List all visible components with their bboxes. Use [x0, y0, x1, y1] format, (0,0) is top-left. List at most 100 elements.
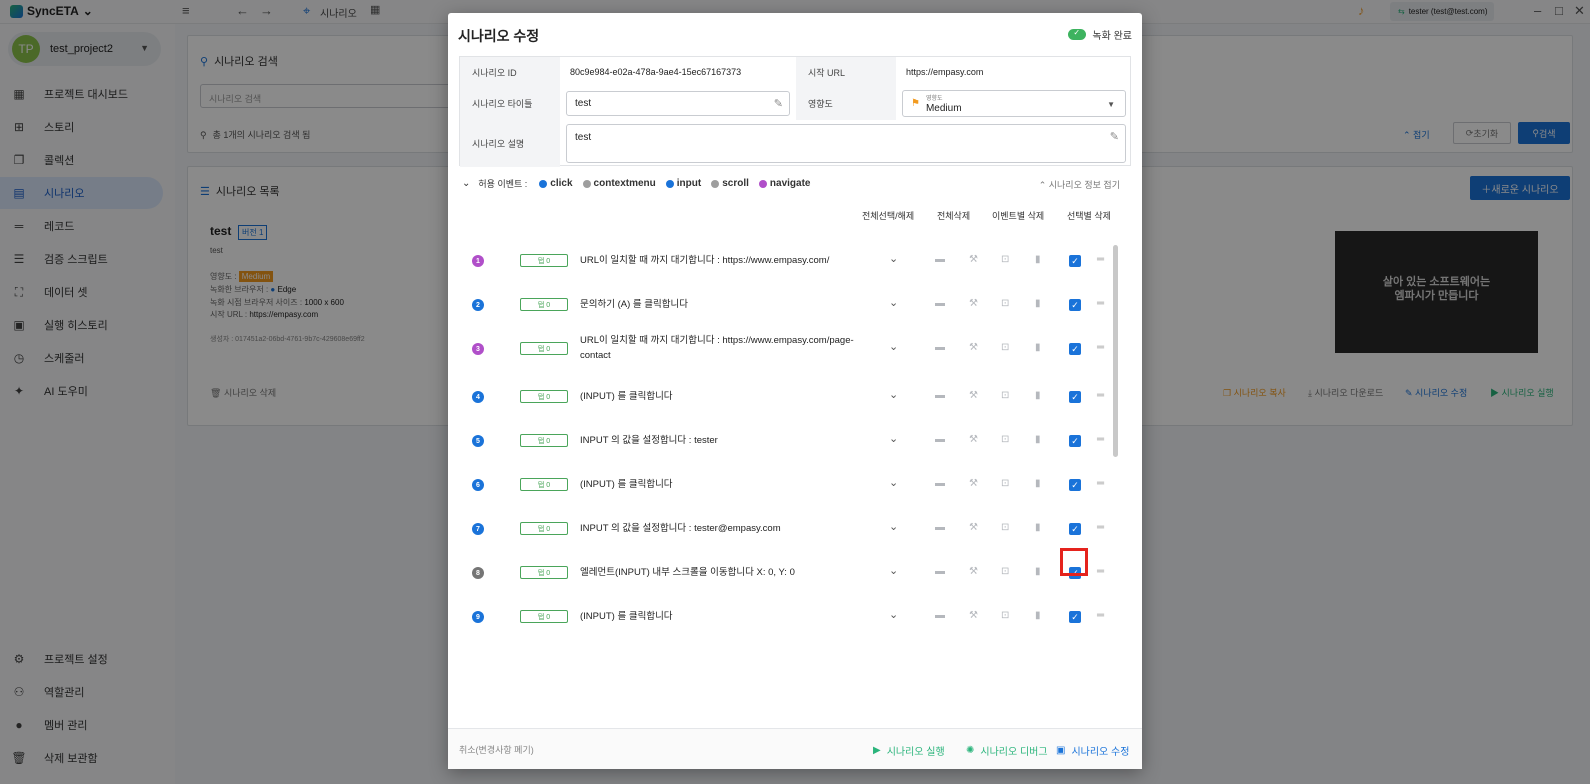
- trash-icon[interactable]: ▮: [1035, 434, 1041, 445]
- step-checkbox[interactable]: ✓: [1069, 299, 1081, 311]
- step-checkbox[interactable]: ✓: [1069, 479, 1081, 491]
- debug-button[interactable]: ✺ 시나리오 디버그: [966, 743, 1048, 758]
- scrollbar[interactable]: [1113, 245, 1118, 457]
- comment-icon[interactable]: ▬: [935, 390, 945, 401]
- screenshot-icon[interactable]: ⊡: [1001, 478, 1009, 489]
- comment-icon[interactable]: ▬: [935, 566, 945, 577]
- event-click: click: [539, 178, 573, 189]
- step-row[interactable]: 3 탭 0 URL이 일치할 때 까지 대기합니다 : https://www.em…: [460, 327, 1104, 371]
- comment-icon[interactable]: ▬: [935, 254, 945, 265]
- screenshot-icon[interactable]: ⊡: [1001, 390, 1009, 401]
- tools-icon[interactable]: ⚒: [969, 254, 978, 265]
- trash-icon[interactable]: ▮: [1035, 390, 1041, 401]
- impact-select-text: 영향도 Medium: [926, 95, 962, 114]
- drag-handle-icon[interactable]: ═: [1097, 610, 1104, 621]
- event-dot: [711, 179, 720, 188]
- desc-textarea[interactable]: test ✎: [566, 124, 1126, 163]
- step-checkbox[interactable]: ✓: [1069, 391, 1081, 403]
- step-row[interactable]: 4 탭 0 (INPUT) 를 클릭합니다 ⌄ ▬ ⚒ ⊡ ▮ ✓ ═: [460, 375, 1104, 419]
- chevron-down-icon[interactable]: ⌄: [889, 296, 898, 309]
- screenshot-icon[interactable]: ⊡: [1001, 566, 1009, 577]
- step-row[interactable]: 9 탭 0 (INPUT) 를 클릭합니다 ⌄ ▬ ⚒ ⊡ ▮ ✓ ═: [460, 595, 1104, 639]
- comment-icon[interactable]: ▬: [935, 610, 945, 621]
- run-button[interactable]: ▶ 시나리오 실행: [873, 743, 945, 758]
- comment-icon[interactable]: ▬: [935, 522, 945, 533]
- id-value: 80c9e984-e02a-478a-9ae4-15ec67167373: [570, 67, 742, 77]
- drag-handle-icon[interactable]: ═: [1097, 254, 1104, 265]
- trash-icon[interactable]: ▮: [1035, 254, 1041, 265]
- comment-icon[interactable]: ▬: [935, 434, 945, 445]
- drag-handle-icon[interactable]: ═: [1097, 342, 1104, 353]
- trash-icon[interactable]: ▮: [1035, 522, 1041, 533]
- step-row[interactable]: 6 탭 0 (INPUT) 를 클릭합니다 ⌄ ▬ ⚒ ⊡ ▮ ✓ ═: [460, 463, 1104, 507]
- step-row[interactable]: 1 탭 0 URL이 일치할 때 까지 대기합니다 : https://www.em…: [460, 239, 1104, 283]
- tools-icon[interactable]: ⚒: [969, 390, 978, 401]
- drag-handle-icon[interactable]: ═: [1097, 298, 1104, 309]
- trash-icon[interactable]: ▮: [1035, 610, 1041, 621]
- save-icon: ▣: [1056, 745, 1066, 756]
- step-description: INPUT 의 값을 설정합니다 : tester: [580, 434, 718, 446]
- chevron-down-icon[interactable]: ⌄: [889, 520, 898, 533]
- drag-handle-icon[interactable]: ═: [1097, 522, 1104, 533]
- chevron-down-icon[interactable]: ⌄: [889, 252, 898, 265]
- step-checkbox[interactable]: ✓: [1069, 611, 1081, 623]
- header-delete-by-event[interactable]: 이벤트별 삭제: [992, 209, 1044, 222]
- step-checkbox[interactable]: ✓: [1069, 343, 1081, 355]
- trash-icon[interactable]: ▮: [1035, 298, 1041, 309]
- tab-badge: 탭 0: [520, 610, 568, 623]
- collapse-chevron-icon[interactable]: ⌄: [462, 178, 470, 189]
- tools-icon[interactable]: ⚒: [969, 434, 978, 445]
- chevron-down-icon[interactable]: ⌄: [889, 340, 898, 353]
- screenshot-icon[interactable]: ⊡: [1001, 254, 1009, 265]
- chevron-down-icon[interactable]: ⌄: [889, 608, 898, 621]
- tools-icon[interactable]: ⚒: [969, 298, 978, 309]
- trash-icon[interactable]: ▮: [1035, 342, 1041, 353]
- drag-handle-icon[interactable]: ═: [1097, 566, 1104, 577]
- event-navigate: navigate: [758, 178, 810, 189]
- impact-select[interactable]: ⚑ 영향도 Medium ▼: [902, 90, 1126, 117]
- header-delete-all[interactable]: 전체삭제: [937, 209, 970, 222]
- step-row[interactable]: 7 탭 0 INPUT 의 값을 설정합니다 : tester@empasy.com…: [460, 507, 1104, 551]
- step-row[interactable]: 8 탭 0 엘레먼트(INPUT) 내부 스크롤을 이동합니다 X: 0, Y: 0…: [460, 551, 1104, 595]
- step-checkbox[interactable]: ✓: [1069, 255, 1081, 267]
- trash-icon[interactable]: ▮: [1035, 478, 1041, 489]
- drag-handle-icon[interactable]: ═: [1097, 390, 1104, 401]
- step-number: 9: [472, 611, 484, 623]
- step-number: 7: [472, 523, 484, 535]
- chevron-down-icon[interactable]: ⌄: [889, 564, 898, 577]
- drag-handle-icon[interactable]: ═: [1097, 434, 1104, 445]
- cancel-button[interactable]: 취소(변경사항 폐기): [459, 743, 534, 756]
- id-label: 시나리오 ID: [460, 57, 560, 87]
- chevron-down-icon[interactable]: ⌄: [889, 476, 898, 489]
- comment-icon[interactable]: ▬: [935, 298, 945, 309]
- step-checkbox[interactable]: ✓: [1069, 523, 1081, 535]
- header-select-all[interactable]: 전체선택/해제: [862, 209, 914, 222]
- chevron-down-icon[interactable]: ⌄: [889, 388, 898, 401]
- tools-icon[interactable]: ⚒: [969, 610, 978, 621]
- tools-icon[interactable]: ⚒: [969, 342, 978, 353]
- step-row[interactable]: 2 탭 0 문의하기 (A) 를 클릭합니다 ⌄ ▬ ⚒ ⊡ ▮ ✓ ═: [460, 283, 1104, 327]
- comment-icon[interactable]: ▬: [935, 478, 945, 489]
- fold-info-label: 시나리오 정보 접기: [1048, 180, 1120, 190]
- drag-handle-icon[interactable]: ═: [1097, 478, 1104, 489]
- screenshot-icon[interactable]: ⊡: [1001, 522, 1009, 533]
- screenshot-icon[interactable]: ⊡: [1001, 610, 1009, 621]
- event-scroll: scroll: [711, 178, 749, 189]
- record-done-toggle[interactable]: [1068, 28, 1087, 40]
- title-input[interactable]: test ✎: [566, 91, 790, 116]
- tools-icon[interactable]: ⚒: [969, 478, 978, 489]
- trash-icon[interactable]: ▮: [1035, 566, 1041, 577]
- screenshot-icon[interactable]: ⊡: [1001, 298, 1009, 309]
- step-checkbox[interactable]: ✓: [1069, 435, 1081, 447]
- fold-info-button[interactable]: ⌃ 시나리오 정보 접기: [1039, 178, 1120, 191]
- save-button[interactable]: ▣ 시나리오 수정: [1056, 743, 1129, 758]
- chevron-down-icon[interactable]: ⌄: [889, 432, 898, 445]
- screenshot-icon[interactable]: ⊡: [1001, 342, 1009, 353]
- screenshot-icon[interactable]: ⊡: [1001, 434, 1009, 445]
- header-delete-selected[interactable]: 선택별 삭제: [1067, 209, 1111, 222]
- step-row[interactable]: 5 탭 0 INPUT 의 값을 설정합니다 : tester ⌄ ▬ ⚒ ⊡ ▮ ✓ ═: [460, 419, 1104, 463]
- tools-icon[interactable]: ⚒: [969, 522, 978, 533]
- comment-icon[interactable]: ▬: [935, 342, 945, 353]
- modal-footer: 취소(변경사항 폐기) ▶ 시나리오 실행 ✺ 시나리오 디버그 ▣ 시나리오 수정: [448, 728, 1142, 769]
- tools-icon[interactable]: ⚒: [969, 566, 978, 577]
